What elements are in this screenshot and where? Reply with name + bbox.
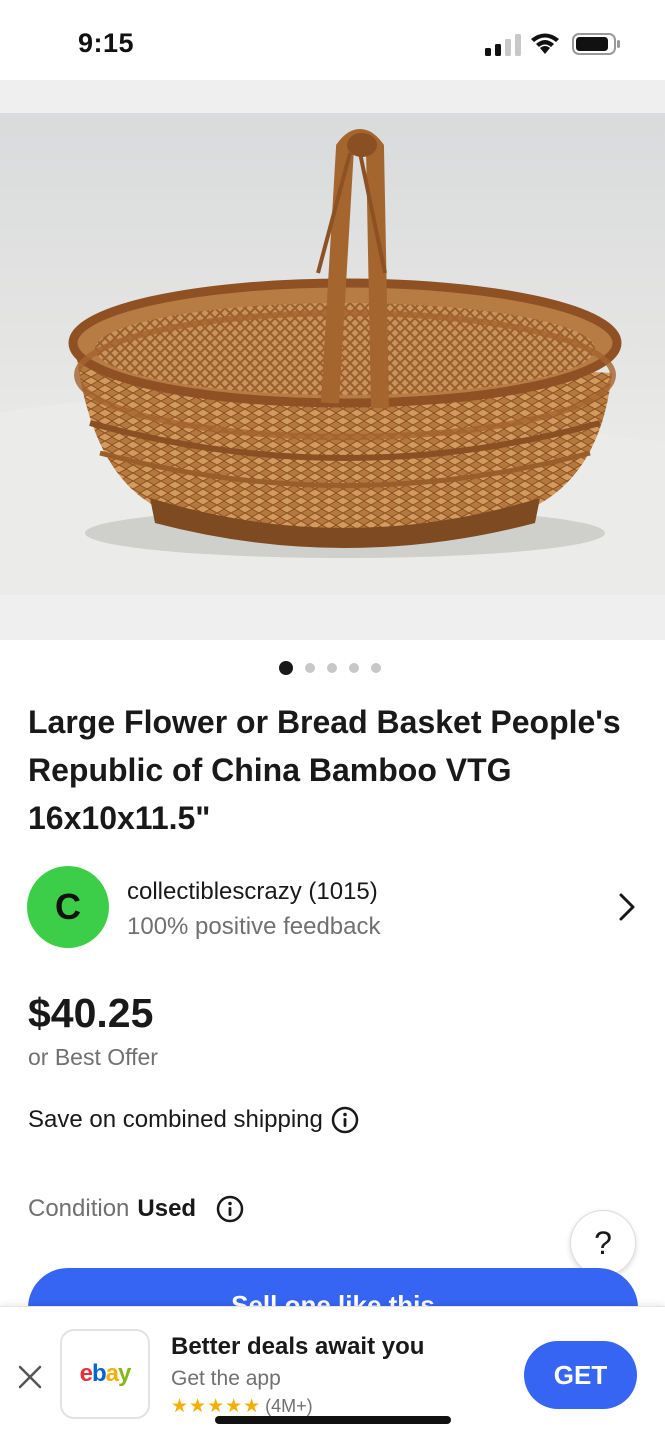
best-offer-label: or Best Offer bbox=[28, 1044, 158, 1070]
chevron-right-icon[interactable] bbox=[617, 892, 637, 922]
close-icon[interactable] bbox=[16, 1363, 44, 1391]
ebay-logo-letter-b: b bbox=[91, 1360, 107, 1387]
condition-label: Condition bbox=[28, 1195, 130, 1222]
pagination-dot-3[interactable] bbox=[327, 663, 337, 673]
condition-value: Used bbox=[137, 1195, 197, 1222]
product-photo[interactable] bbox=[0, 113, 665, 595]
home-indicator[interactable] bbox=[215, 1416, 451, 1424]
ebay-logo-letter-a: a bbox=[105, 1360, 119, 1387]
listing-title: Large Flower or Bread Basket People's Re… bbox=[28, 704, 621, 836]
gallery-pagination[interactable] bbox=[0, 661, 665, 675]
price: $40.25 bbox=[28, 990, 154, 1036]
rating-count: (4M+) bbox=[265, 1396, 313, 1416]
banner-subtitle: Get the app bbox=[171, 1367, 281, 1390]
info-icon[interactable] bbox=[331, 1106, 359, 1134]
ebay-logo-letter-e: e bbox=[79, 1360, 93, 1387]
signal-icon bbox=[485, 34, 521, 56]
star-icons: ★★★★★ bbox=[171, 1396, 262, 1417]
pagination-dot-2[interactable] bbox=[305, 663, 315, 673]
image-gallery[interactable] bbox=[0, 80, 665, 640]
ebay-logo-letter-y: y bbox=[118, 1360, 131, 1387]
seller-name: collectiblescrazy (1015) bbox=[127, 878, 378, 905]
star-rating: ★★★★★ (4M+) bbox=[171, 1395, 313, 1418]
seller-row[interactable]: C collectiblescrazy (1015) 100% positive… bbox=[27, 866, 639, 948]
pagination-dot-5[interactable] bbox=[371, 663, 381, 673]
wifi-icon bbox=[531, 33, 559, 54]
pagination-dot-1[interactable] bbox=[279, 661, 293, 675]
banner-title: Better deals await you bbox=[171, 1333, 425, 1360]
help-button[interactable]: ? bbox=[570, 1210, 636, 1276]
pagination-dot-4[interactable] bbox=[349, 663, 359, 673]
get-app-button[interactable]: GET bbox=[524, 1341, 637, 1409]
combined-shipping[interactable]: Save on combined shipping bbox=[28, 1106, 359, 1134]
seller-feedback: 100% positive feedback bbox=[127, 913, 381, 940]
ebay-logo: ebay bbox=[60, 1329, 150, 1419]
seller-avatar: C bbox=[27, 866, 109, 948]
condition-row: Condition Used bbox=[28, 1195, 244, 1223]
condition-info-icon[interactable] bbox=[216, 1195, 244, 1223]
battery-icon bbox=[572, 33, 620, 55]
status-bar: 9:15 bbox=[0, 0, 665, 80]
combined-shipping-label: Save on combined shipping bbox=[28, 1106, 323, 1133]
status-time: 9:15 bbox=[78, 28, 135, 58]
